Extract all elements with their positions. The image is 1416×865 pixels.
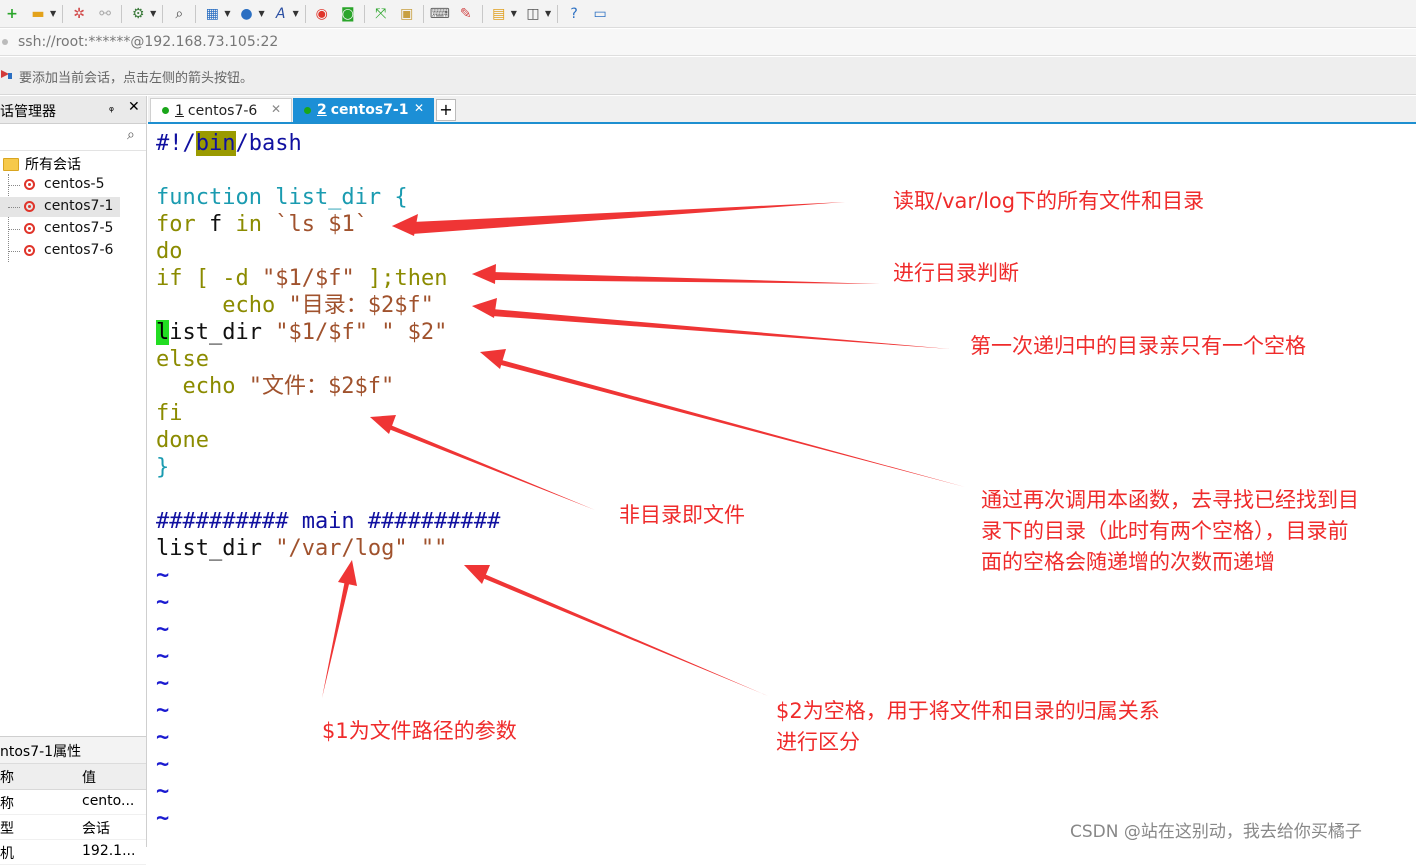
arrow-space-param bbox=[464, 565, 768, 696]
arrow-recursion-call-head bbox=[480, 349, 506, 369]
arrow-dir-check bbox=[472, 272, 880, 284]
annotation-dir-check: 进行目录判断 bbox=[893, 261, 1019, 285]
annotation-arrows bbox=[322, 202, 965, 698]
arrow-recursion-call bbox=[480, 352, 965, 487]
watermark: CSDN @站在这别动，我去给你买橘子 bbox=[1070, 822, 1362, 842]
annotation-space-param: $2为空格，用于将文件和目录的归属关系 进行区分 bbox=[776, 699, 1160, 754]
arrow-read-dir-head bbox=[392, 214, 418, 236]
arrow-else-file bbox=[370, 417, 595, 510]
annotation-path-param: $1为文件路径的参数 bbox=[322, 719, 517, 743]
arrow-space-param-head bbox=[464, 565, 490, 584]
annotation-else-file: 非目录即文件 bbox=[619, 503, 745, 527]
arrow-first-recursion bbox=[472, 306, 950, 349]
annotation-first-recursion: 第一次递归中的目录亲只有一个空格 bbox=[970, 334, 1306, 358]
arrow-dir-check-head bbox=[472, 264, 496, 284]
arrow-first-recursion-head bbox=[472, 298, 497, 318]
arrow-else-file-head bbox=[370, 415, 396, 434]
annotation-read-dir: 读取/var/log下的所有文件和目录 bbox=[893, 189, 1205, 213]
annotation-recursion-call: 通过再次调用本函数，去寻找已经找到目 录下的目录（此时有两个空格），目录前 面的… bbox=[981, 488, 1359, 574]
arrow-path-param-head bbox=[338, 560, 357, 586]
arrow-read-dir bbox=[392, 202, 845, 234]
